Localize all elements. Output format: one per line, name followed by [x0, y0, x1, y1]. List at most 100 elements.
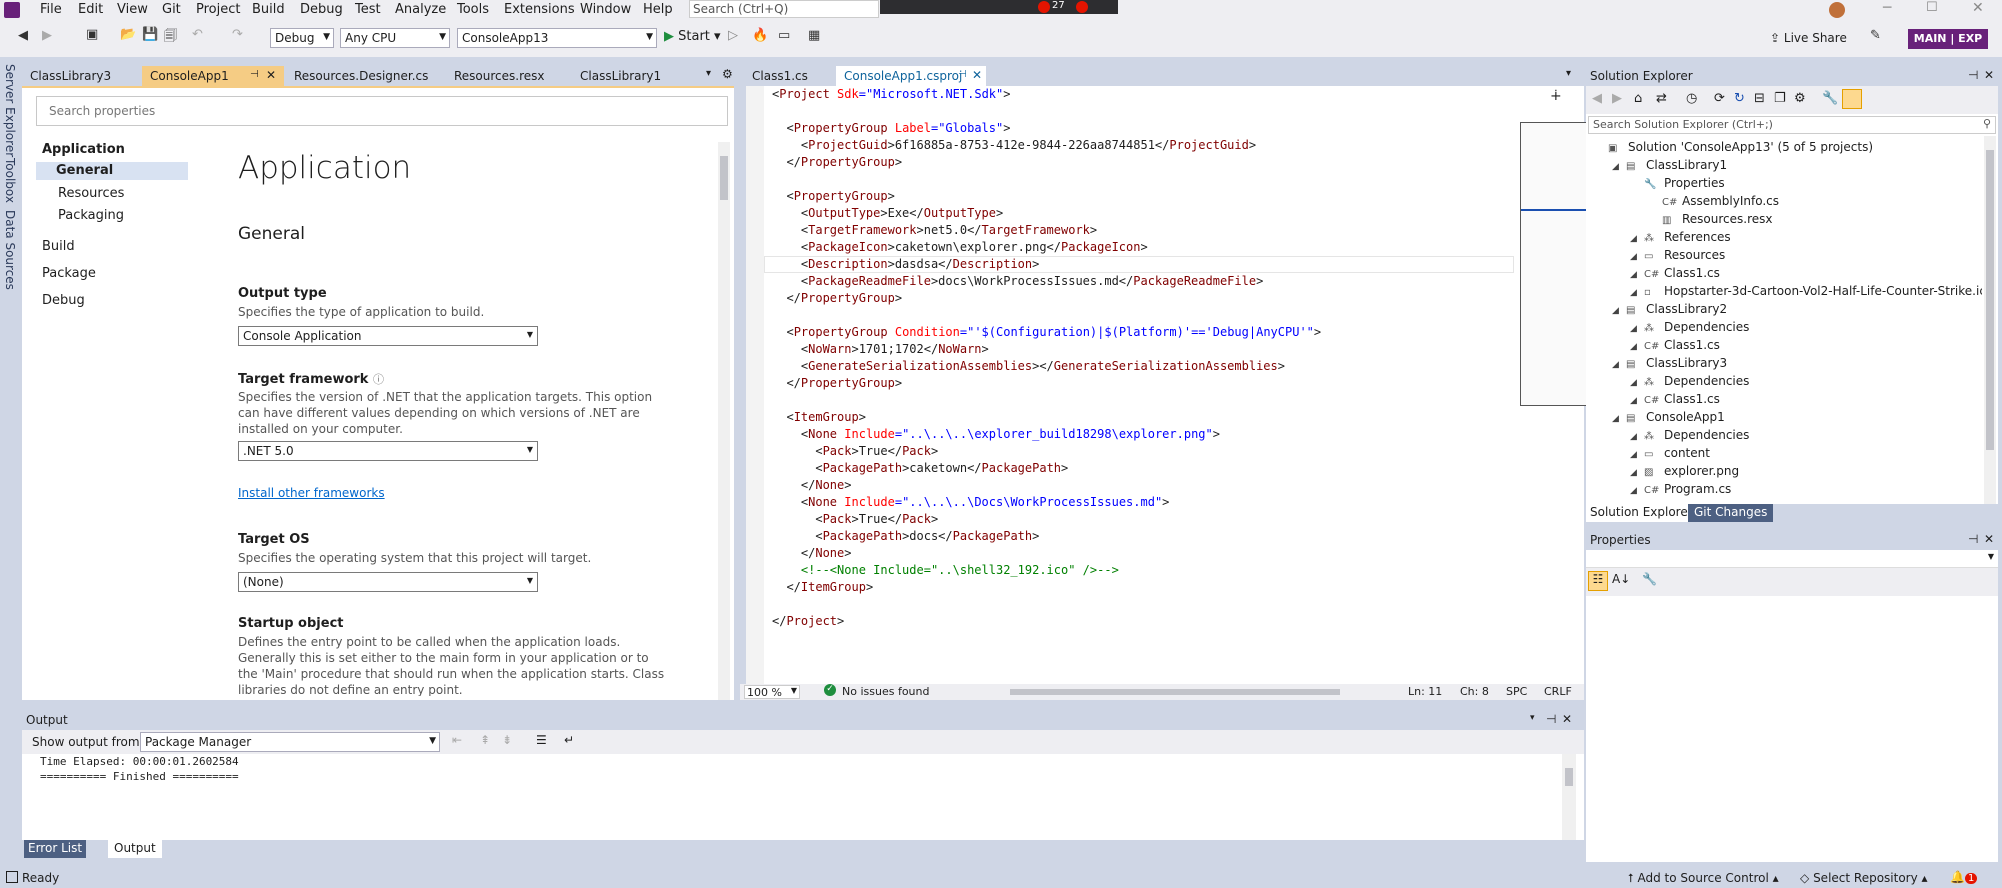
zoom-select[interactable]: 100 % ▼: [744, 685, 800, 699]
tab-output[interactable]: Output: [108, 840, 162, 858]
menu-help[interactable]: Help: [643, 2, 673, 17]
next-message-icon[interactable]: ⇟: [502, 733, 512, 747]
tree-item[interactable]: ◢ ▫ Hopstarter-3d-Cartoon-Vol2-Half-Life-C…: [1630, 282, 1982, 300]
tree-item[interactable]: 🔧 Properties: [1630, 174, 1725, 192]
tree-item[interactable]: ◢ C# Class1.cs: [1630, 390, 1720, 408]
find-message-icon[interactable]: ⇤: [452, 733, 462, 747]
nav-resources[interactable]: Resources: [58, 186, 124, 201]
tree-item[interactable]: ◢ ▭ content: [1630, 444, 1710, 462]
issues-status[interactable]: No issues found: [842, 685, 929, 698]
close-icon[interactable]: ✕: [972, 68, 982, 82]
platform-select[interactable]: Any CPU ▼: [340, 28, 450, 48]
info-icon[interactable]: ⓘ: [373, 373, 384, 386]
pin-icon[interactable]: ⊣: [958, 69, 967, 80]
feedback-icon[interactable]: ✎: [1870, 28, 1881, 43]
tree-item[interactable]: ◢ ▨ explorer.png: [1630, 462, 1739, 480]
target-os-select[interactable]: (None) ▼: [238, 572, 538, 592]
search-box[interactable]: Search (Ctrl+Q): [689, 0, 879, 18]
pin-icon[interactable]: ⊣: [1546, 712, 1556, 726]
server-explorer-tab[interactable]: Server Explorer: [3, 64, 17, 157]
properties-scrollbar[interactable]: [718, 142, 730, 700]
pin-icon[interactable]: ⊣: [1968, 532, 1978, 546]
back-icon[interactable]: ◀: [18, 28, 28, 43]
vs-logo-icon[interactable]: [4, 2, 20, 18]
tab-resources-designer[interactable]: Resources.Designer.cs: [286, 66, 446, 86]
tab-overflow-icon[interactable]: ▾: [706, 68, 711, 79]
tab-classlibrary3[interactable]: ClassLibrary3: [22, 66, 140, 86]
menu-build[interactable]: Build: [252, 2, 285, 17]
menu-test[interactable]: Test: [355, 2, 381, 17]
tree-item[interactable]: ◢ ▤ ClassLibrary1: [1612, 156, 1727, 174]
tab-overflow-icon[interactable]: ▾: [1566, 68, 1571, 79]
settings-icon[interactable]: ⚙: [1794, 91, 1806, 106]
menu-extensions[interactable]: Extensions: [504, 2, 575, 17]
hot-reload-icon[interactable]: 🔥: [752, 28, 768, 43]
tree-item[interactable]: C# AssemblyInfo.cs: [1648, 192, 1779, 210]
menu-file[interactable]: File: [40, 2, 62, 17]
tab-git-changes[interactable]: Git Changes: [1688, 504, 1774, 522]
solution-explorer-scrollbar[interactable]: [1984, 136, 1996, 504]
close-window-button[interactable]: ✕: [1972, 0, 1984, 16]
whitespace-mode[interactable]: SPC: [1506, 685, 1527, 698]
tree-item[interactable]: ◢ ⁂ Dependencies: [1630, 318, 1749, 336]
undo-icon[interactable]: ↶: [192, 27, 203, 42]
tree-item[interactable]: ◢ ▤ ClassLibrary3: [1612, 354, 1727, 372]
tab-class1-cs[interactable]: Class1.cs: [744, 66, 836, 86]
tree-item[interactable]: ◢ C# Program.cs: [1630, 480, 1731, 498]
close-icon[interactable]: ✕: [1984, 532, 1994, 546]
tree-item[interactable]: ◢ ▭ Resources: [1630, 246, 1725, 264]
collapse-all-icon[interactable]: ⊟: [1754, 91, 1765, 106]
pin-icon[interactable]: ⊣: [250, 69, 259, 80]
scroll-thumb[interactable]: [1565, 768, 1573, 786]
categorized-icon[interactable]: ☷: [1588, 571, 1608, 591]
nav-packaging[interactable]: Packaging: [58, 208, 124, 223]
menu-tools[interactable]: Tools: [457, 2, 489, 17]
expander-icon[interactable]: ◢: [1612, 302, 1626, 320]
target-framework-select[interactable]: .NET 5.0 ▼: [238, 441, 538, 461]
start-button[interactable]: ▶ Start ▾: [664, 29, 721, 44]
alphabetical-icon[interactable]: A↓: [1612, 572, 1630, 586]
nav-package[interactable]: Package: [42, 266, 96, 281]
show-all-files-icon[interactable]: ❐: [1774, 91, 1786, 106]
new-project-icon[interactable]: ▣: [86, 27, 98, 42]
horizontal-scrollbar[interactable]: [1010, 689, 1340, 695]
menu-view[interactable]: View: [117, 2, 148, 17]
menu-analyze[interactable]: Analyze: [395, 2, 446, 17]
output-text-area[interactable]: Time Elapsed: 00:00:01.2602584 =========…: [22, 754, 1584, 840]
previous-message-icon[interactable]: ⇞: [480, 733, 490, 747]
word-wrap-icon[interactable]: ↵: [564, 733, 574, 747]
tree-item[interactable]: ◢ ⁂ Dependencies: [1630, 426, 1749, 444]
dropdown-icon[interactable]: ▾: [1530, 713, 1535, 723]
output-type-select[interactable]: Console Application ▼: [238, 326, 538, 346]
line-ending-mode[interactable]: CRLF: [1544, 685, 1572, 698]
nav-build[interactable]: Build: [42, 239, 75, 254]
tree-item[interactable]: ◢ ▤ ConsoleApp1: [1612, 408, 1725, 426]
clear-all-icon[interactable]: ☰: [536, 733, 547, 747]
save-all-icon[interactable]: 🗐: [164, 27, 177, 49]
split-editor-icon[interactable]: ∔: [1550, 88, 1562, 104]
code-minimap[interactable]: [1520, 122, 1592, 406]
nav-debug[interactable]: Debug: [42, 293, 85, 308]
menu-edit[interactable]: Edit: [78, 2, 103, 17]
back-icon[interactable]: ◀: [1592, 91, 1602, 106]
pin-icon[interactable]: ⊣: [1968, 68, 1978, 82]
menu-git[interactable]: Git: [162, 2, 181, 17]
tree-item[interactable]: ▥ Resources.resx: [1648, 210, 1773, 228]
nav-general[interactable]: General: [36, 162, 188, 180]
expander-icon[interactable]: ◢: [1612, 410, 1626, 428]
live-share-button[interactable]: ⇪ Live Share: [1770, 31, 1847, 45]
minimize-button[interactable]: ─: [1883, 0, 1891, 16]
open-icon[interactable]: 📂: [120, 27, 136, 42]
solution-search-input[interactable]: Search Solution Explorer (Ctrl+;) ⚲: [1588, 116, 1996, 134]
code-text[interactable]: <Project Sdk="Microsoft.NET.Sdk"> <Prope…: [772, 86, 1321, 630]
tab-consoleapp1-csproj[interactable]: ConsoleApp1.csproj ⊣ ✕: [836, 66, 986, 86]
scroll-thumb[interactable]: [720, 156, 728, 200]
forward-icon[interactable]: ▶: [42, 28, 52, 43]
expander-icon[interactable]: ◢: [1612, 158, 1626, 176]
tree-item[interactable]: ◢ C# Class1.cs: [1630, 264, 1720, 282]
tab-error-list[interactable]: Error List: [24, 840, 87, 858]
expander-icon[interactable]: ◢: [1630, 482, 1644, 500]
record-icon[interactable]: [1038, 1, 1050, 13]
tree-item[interactable]: ◢ ⁂ References: [1630, 228, 1731, 246]
layout-icon[interactable]: ▦: [808, 28, 820, 43]
